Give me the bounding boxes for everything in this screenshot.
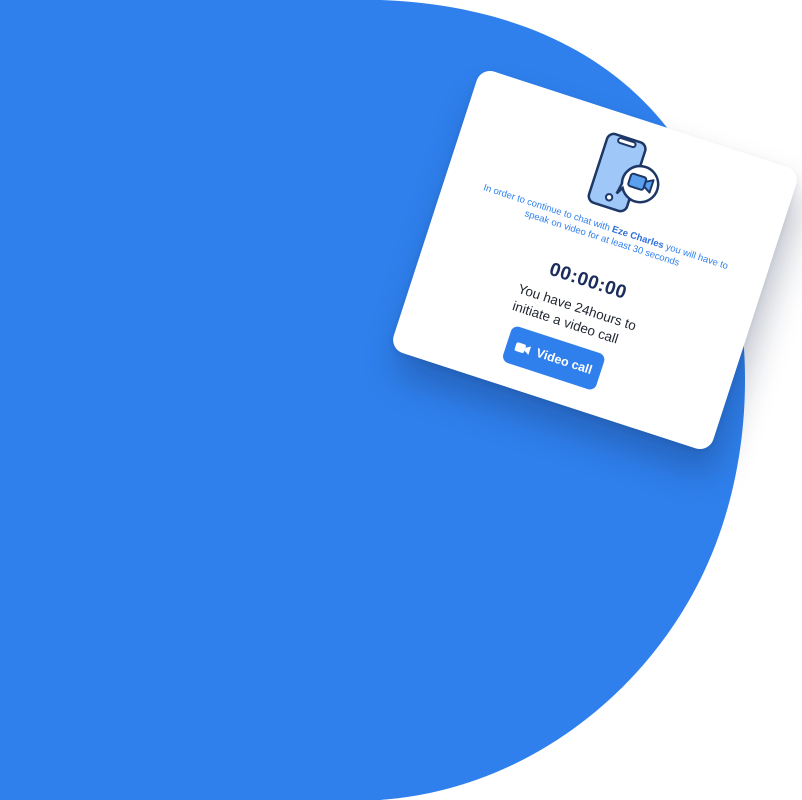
- video-camera-icon: [514, 340, 532, 355]
- phone-video-call-icon: [572, 124, 679, 229]
- video-call-button-label: Video call: [534, 345, 594, 378]
